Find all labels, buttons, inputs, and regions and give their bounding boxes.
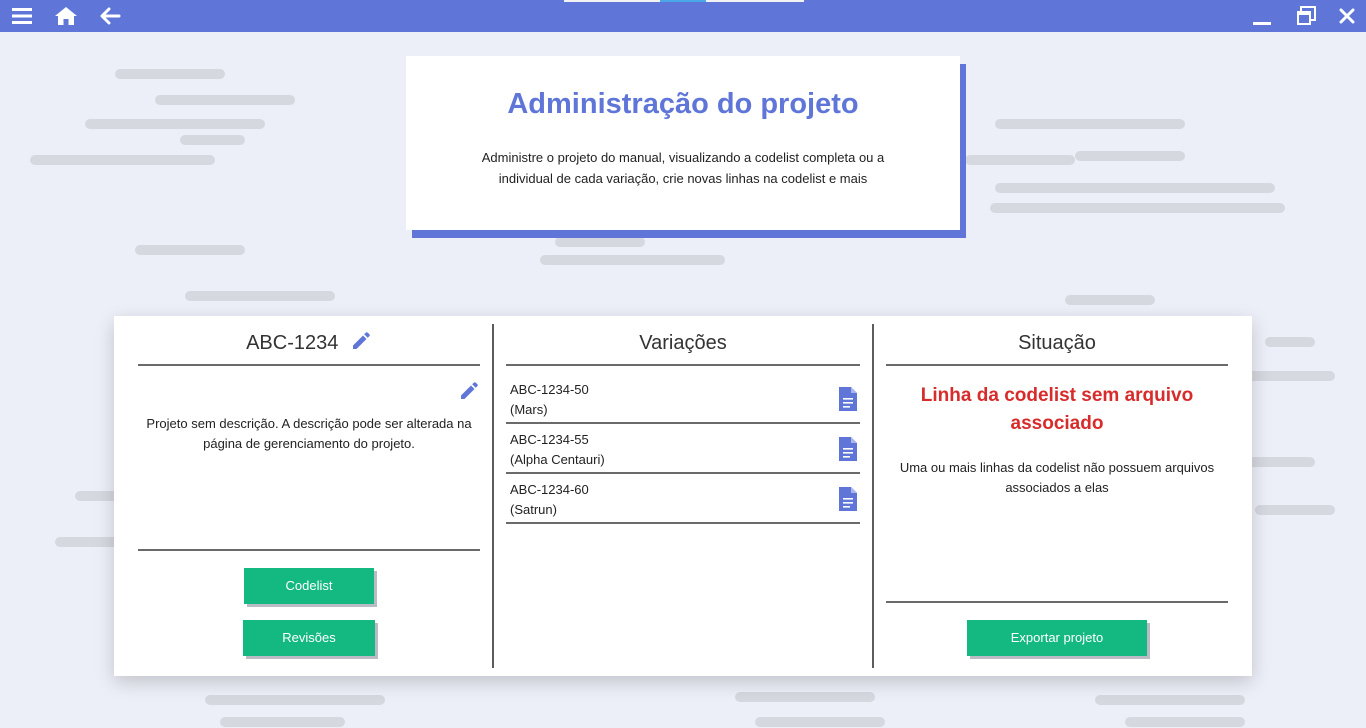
project-description: Projeto sem descrição. A descrição pode … — [146, 416, 472, 451]
document-icon[interactable] — [838, 386, 858, 418]
edit-description-icon[interactable] — [458, 380, 480, 407]
variation-item[interactable]: ABC-1234-60 (Satrun) — [506, 474, 860, 524]
column-divider — [492, 324, 494, 668]
variation-code: ABC-1234-55 — [510, 432, 589, 447]
status-header: Situação — [886, 320, 1228, 366]
home-icon[interactable] — [52, 0, 80, 32]
variation-item[interactable]: ABC-1234-55 (Alpha Centauri) — [506, 424, 860, 474]
title-bar — [0, 0, 1366, 32]
variation-name: (Alpha Centauri) — [510, 452, 605, 467]
variation-name: (Mars) — [510, 402, 548, 417]
header-card: Administração do projeto Administre o pr… — [406, 56, 960, 230]
menu-icon[interactable] — [8, 0, 36, 32]
project-code: ABC-1234 — [246, 332, 339, 354]
variation-item[interactable]: ABC-1234-50 (Mars) — [506, 374, 860, 424]
project-panel: ABC-1234 Projeto sem descrição. A descri… — [114, 316, 1252, 676]
divider — [886, 601, 1228, 603]
export-project-button[interactable]: Exportar projeto — [967, 620, 1147, 656]
page-description: Administre o projeto do manual, visualiz… — [481, 150, 885, 186]
divider — [138, 549, 480, 551]
restore-icon[interactable] — [1294, 0, 1318, 32]
tab-indicator — [564, 0, 660, 2]
status-description: Uma ou mais linhas da codelist não possu… — [899, 460, 1215, 495]
variation-name: (Satrun) — [510, 502, 557, 517]
variations-list: ABC-1234-50 (Mars) ABC-1234-55 (Alpha Ce… — [506, 374, 860, 524]
document-icon[interactable] — [838, 436, 858, 468]
variation-code: ABC-1234-50 — [510, 382, 589, 397]
page-title: Administração do projeto — [507, 88, 859, 120]
status-headline: Linha da codelist sem arquivo associado — [920, 385, 1194, 434]
minimize-icon[interactable] — [1250, 0, 1274, 32]
variations-header: Variações — [506, 320, 860, 366]
project-header: ABC-1234 — [138, 320, 480, 366]
column-divider — [872, 324, 874, 668]
tab-indicator-active — [660, 0, 706, 2]
edit-code-icon[interactable] — [350, 323, 372, 369]
close-icon[interactable] — [1336, 0, 1358, 32]
revisions-button[interactable]: Revisões — [243, 620, 375, 656]
arrow-left-icon[interactable] — [96, 0, 124, 32]
tab-indicator — [706, 0, 804, 2]
codelist-button[interactable]: Codelist — [244, 568, 374, 604]
variation-code: ABC-1234-60 — [510, 482, 589, 497]
document-icon[interactable] — [838, 486, 858, 518]
